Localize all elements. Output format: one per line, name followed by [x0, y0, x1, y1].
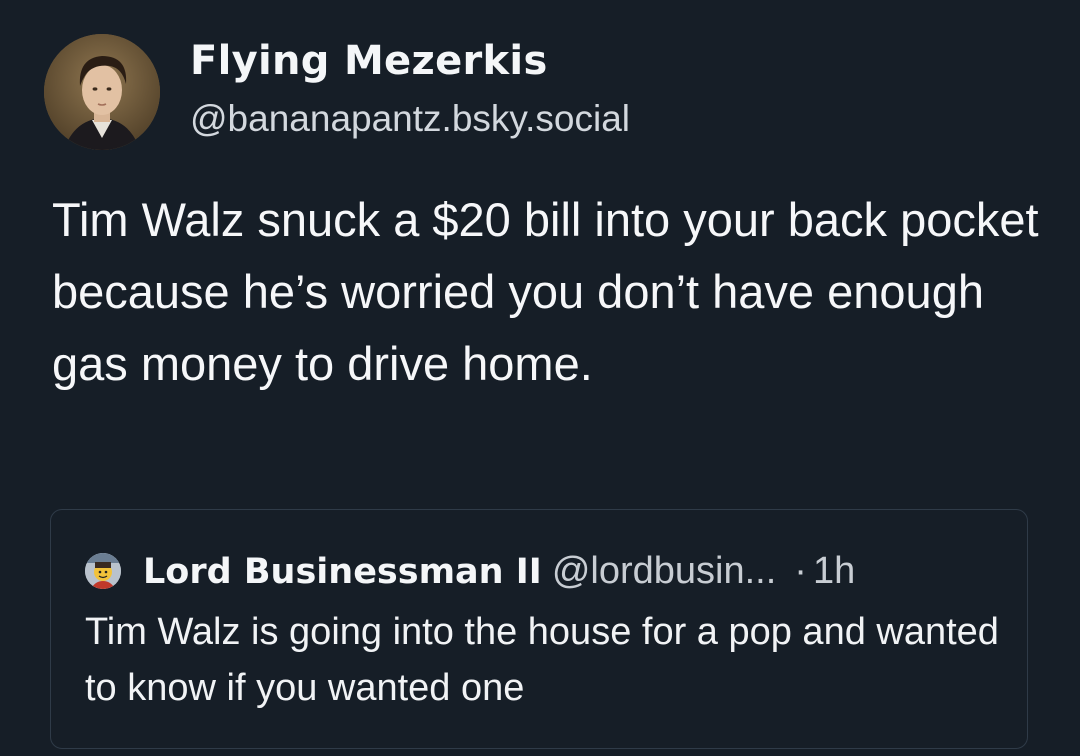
author-avatar[interactable] [44, 34, 160, 150]
quote-timestamp[interactable]: 1h [813, 550, 855, 592]
quote-text: Tim Walz is going into the house for a p… [85, 611, 999, 709]
post-text: Tim Walz snuck a $20 bill into your back… [52, 193, 1039, 390]
author-handle[interactable]: @bananapantz.bsky.social [190, 98, 630, 140]
post: Flying Mezerkis @bananapantz.bsky.social… [0, 0, 1080, 756]
quote-separator: · [794, 550, 807, 592]
quote-header: Lord Businessman II @lordbusin... · 1h [143, 548, 855, 595]
quote-author-avatar [85, 553, 121, 589]
quote-author-name[interactable]: Lord Businessman II [143, 552, 542, 592]
quoted-post-card[interactable]: Lord Businessman II @lordbusin... · 1h Tim … [50, 509, 1028, 749]
author-name[interactable]: Flying Mezerkis [190, 38, 548, 84]
quote-author-handle[interactable]: @lordbusin... [552, 550, 776, 592]
